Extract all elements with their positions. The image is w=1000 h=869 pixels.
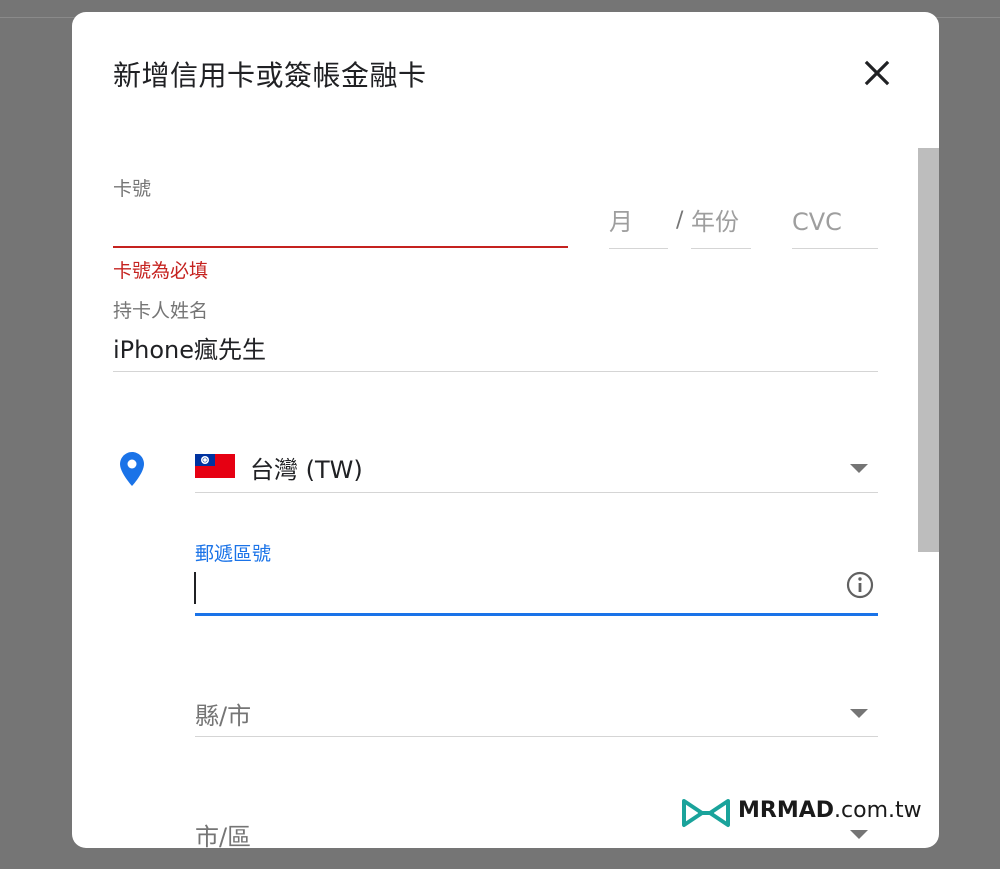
card-number-error: 卡號為必填 xyxy=(113,260,209,282)
text-cursor xyxy=(194,572,196,604)
district-select[interactable]: 市/區 xyxy=(195,817,251,848)
card-number-input[interactable] xyxy=(113,210,568,242)
info-icon[interactable] xyxy=(845,570,875,600)
watermark-domain: .com.tw xyxy=(834,798,922,823)
taiwan-flag-icon xyxy=(195,454,235,478)
expiry-separator: / xyxy=(676,208,684,233)
scrollbar-thumb[interactable] xyxy=(918,148,939,552)
close-icon[interactable] xyxy=(862,58,892,88)
chevron-down-icon[interactable] xyxy=(850,709,868,718)
postal-code-underline xyxy=(195,613,878,616)
chevron-down-icon[interactable] xyxy=(850,830,868,839)
cvc-input[interactable] xyxy=(792,206,878,238)
postal-code-label: 郵遞區號 xyxy=(195,543,272,565)
country-select-value[interactable]: 台灣 (TW) xyxy=(250,450,363,485)
card-number-label: 卡號 xyxy=(113,178,152,200)
add-card-dialog: 新增信用卡或簽帳金融卡 卡號 卡號為必填 / 持卡人姓名 台灣 (TW) 郵遞區… xyxy=(72,12,939,848)
expiry-month-input[interactable] xyxy=(609,206,667,238)
location-pin-icon xyxy=(120,452,144,486)
expiry-year-underline xyxy=(691,248,751,249)
mrmad-logo-icon xyxy=(682,799,730,827)
watermark-text: MRMAD.com.tw xyxy=(738,798,922,823)
cvc-underline xyxy=(792,248,878,249)
card-number-underline xyxy=(113,246,568,248)
cardholder-name-input[interactable] xyxy=(113,330,873,364)
chevron-down-icon[interactable] xyxy=(850,464,868,473)
county-select[interactable]: 縣/市 xyxy=(195,696,251,731)
postal-code-input[interactable] xyxy=(198,572,838,604)
expiry-year-input[interactable] xyxy=(691,206,751,238)
cardholder-name-underline xyxy=(113,371,878,372)
dialog-title: 新增信用卡或簽帳金融卡 xyxy=(113,59,427,92)
country-select-underline xyxy=(195,492,878,493)
expiry-month-underline xyxy=(609,248,668,249)
county-select-underline xyxy=(195,736,878,737)
cardholder-name-label: 持卡人姓名 xyxy=(113,300,209,322)
watermark-brand: MRMAD xyxy=(738,798,835,823)
